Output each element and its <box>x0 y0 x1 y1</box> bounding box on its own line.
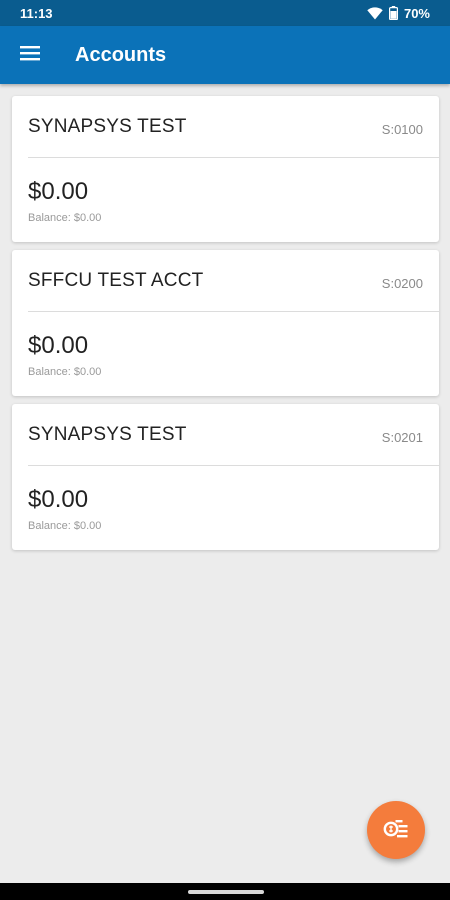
battery-icon <box>388 6 398 20</box>
quick-pay-button[interactable] <box>367 801 425 859</box>
account-id: S:0201 <box>381 429 423 445</box>
account-amount: $0.00 <box>28 486 89 513</box>
quick-pay-icon <box>383 817 409 844</box>
divider <box>28 311 439 312</box>
page-title: Accounts <box>75 43 167 66</box>
account-amount: $0.00 <box>28 178 89 205</box>
navigation-bar <box>0 883 450 900</box>
divider <box>28 465 439 466</box>
account-amount: $0.00 <box>28 332 89 359</box>
account-id: S:0200 <box>381 275 423 291</box>
account-card-header: SYNAPSYS TEST S:0201 <box>12 404 439 466</box>
account-name: SYNAPSYS TEST <box>28 116 187 137</box>
divider <box>28 157 439 158</box>
account-card-header: SFFCU TEST ACCT S:0200 <box>12 250 439 312</box>
account-card[interactable]: SYNAPSYS TEST S:0100 $0.00 Balance: $0.0… <box>12 96 439 242</box>
account-balance: Balance: $0.00 <box>28 520 102 532</box>
account-name: SYNAPSYS TEST <box>28 424 187 445</box>
menu-icon <box>20 45 40 66</box>
account-balance: Balance: $0.00 <box>28 212 102 224</box>
accounts-screen: 11:13 70% Accounts SYNAPSYS TEST S:0100 … <box>0 0 450 900</box>
menu-button[interactable] <box>0 26 60 84</box>
account-list: SYNAPSYS TEST S:0100 $0.00 Balance: $0.0… <box>12 96 439 558</box>
wifi-icon <box>367 6 383 20</box>
account-id: S:0100 <box>381 121 423 137</box>
status-bar: 11:13 70% <box>0 0 450 26</box>
account-card[interactable]: SFFCU TEST ACCT S:0200 $0.00 Balance: $0… <box>12 250 439 396</box>
account-card-header: SYNAPSYS TEST S:0100 <box>12 96 439 158</box>
status-time: 11:13 <box>20 5 53 21</box>
account-name: SFFCU TEST ACCT <box>28 270 204 291</box>
home-gesture-handle[interactable] <box>188 890 264 894</box>
app-bar: Accounts <box>0 26 450 84</box>
status-icons: 70% <box>367 6 430 21</box>
battery-level: 70% <box>403 5 430 21</box>
account-balance: Balance: $0.00 <box>28 366 102 378</box>
account-card[interactable]: SYNAPSYS TEST S:0201 $0.00 Balance: $0.0… <box>12 404 439 550</box>
